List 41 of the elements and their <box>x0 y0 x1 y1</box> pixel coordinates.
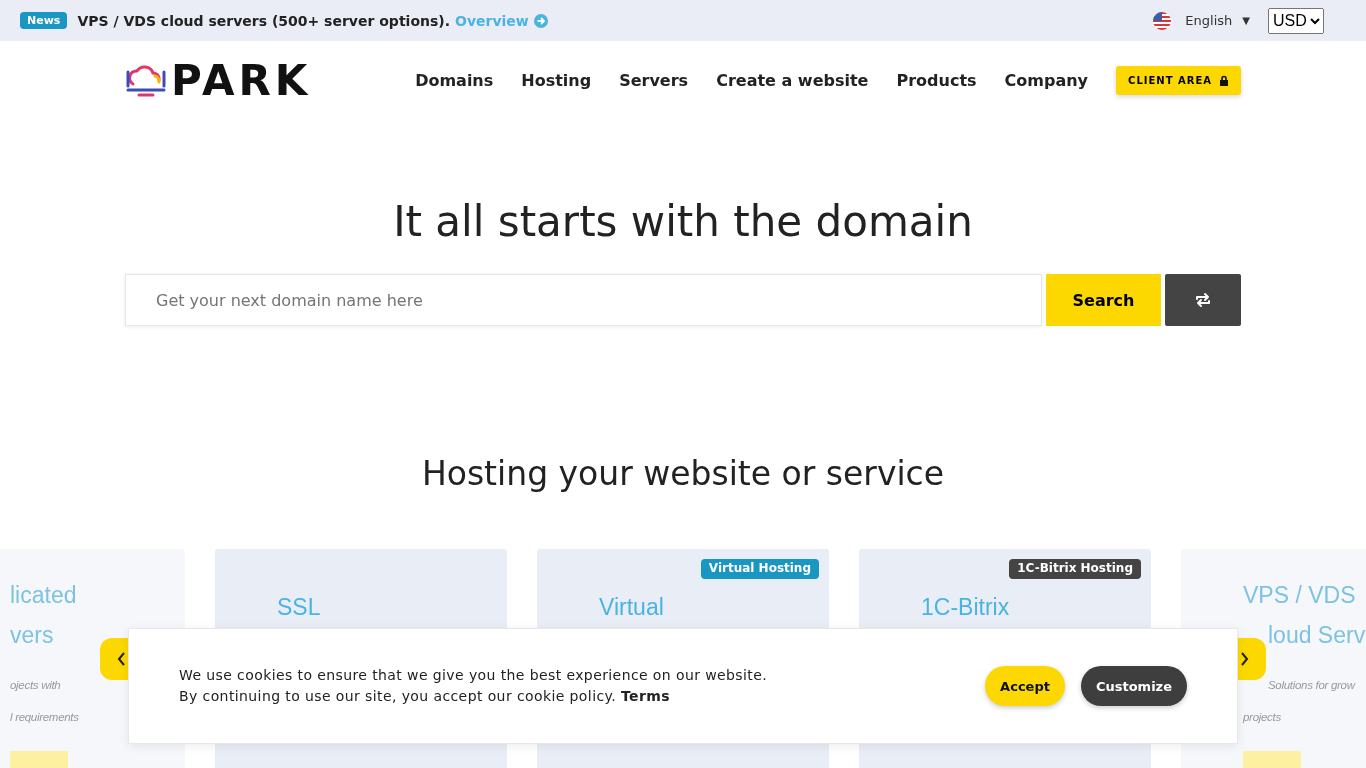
accept-button[interactable]: Accept <box>985 666 1065 706</box>
card-title: Virtual <box>599 593 664 622</box>
card-title: SSL <box>277 593 321 622</box>
hero-title: It all starts with the domain <box>392 197 974 246</box>
customize-button[interactable]: Customize <box>1080 666 1187 706</box>
flag-icon <box>1153 11 1172 30</box>
swap-arrows-icon <box>1194 291 1212 309</box>
card-title: 1C-Bitrix <box>921 593 1010 622</box>
domain-search-field[interactable]: Get your next domain name here <box>125 274 1042 326</box>
news-badge: News <box>20 12 68 29</box>
card-description: l requirements <box>10 710 79 725</box>
logo-text: PARK <box>171 55 312 105</box>
transfer-button[interactable] <box>1165 274 1241 326</box>
card-description: Solutions for grow <box>1267 678 1355 693</box>
card-title: VPS / VDS <box>1243 581 1356 610</box>
card-title: vers <box>10 621 54 650</box>
nav-link[interactable]: Servers <box>619 70 689 90</box>
cookie-message: We use cookies to ensure that we give you the best experience on our website. <box>179 666 768 685</box>
search-button[interactable]: Search <box>1046 274 1161 326</box>
news-text: VPS / VDS cloud servers (500+ server options). <box>77 12 450 29</box>
card-title: loud Serv <box>1267 621 1366 650</box>
chevron-right-icon <box>1240 651 1250 667</box>
nav-link[interactable]: Create a website <box>716 70 869 90</box>
section-title: Hosting your website or service <box>420 454 946 493</box>
nav-link[interactable]: Company <box>1004 70 1089 90</box>
card-tag: Virtual Hosting <box>700 559 819 579</box>
card-description: ojects with <box>10 678 61 693</box>
chevron-left-icon <box>116 651 126 667</box>
card-title: licated <box>10 581 77 610</box>
currency-select[interactable]: USD <box>1268 7 1324 34</box>
nav-link[interactable]: Products <box>896 70 977 90</box>
card-description: projects <box>1243 710 1281 725</box>
arrow-right-icon <box>533 13 548 28</box>
language-selector[interactable]: English ▼ <box>1185 13 1250 28</box>
nav-link[interactable]: Hosting <box>521 70 592 90</box>
nav-link[interactable]: Domains <box>415 70 494 90</box>
cloud-logo-icon <box>125 62 167 98</box>
client-area-button[interactable]: CLIENT AREA <box>1116 65 1241 95</box>
cookie-message: By continuing to use our site, you accept our cookie policy. Terms <box>179 687 671 706</box>
card-tag: 1C-Bitrix Hosting <box>1009 559 1141 579</box>
lock-icon <box>1219 74 1229 86</box>
